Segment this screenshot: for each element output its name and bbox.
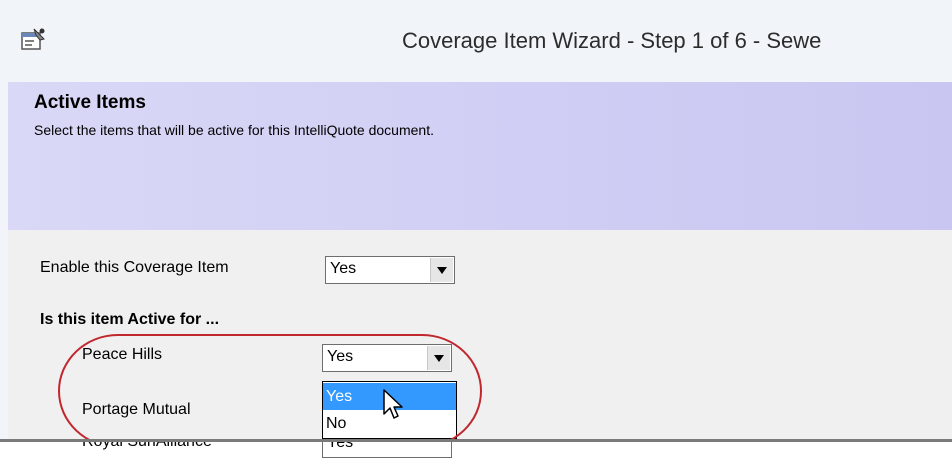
- properties-window-icon: [21, 28, 45, 50]
- active-for-heading: Is this item Active for ...: [40, 311, 220, 328]
- wizard-window: Coverage Item Wizard - Step 1 of 6 - Sew…: [0, 0, 952, 442]
- insurer-value-royal-sunalliance: Yes: [327, 442, 354, 451]
- insurer-label-royal-sunalliance: Royal SunAlliance: [82, 442, 212, 451]
- window-frame: [0, 82, 8, 442]
- insurer-select-royal-sunalliance[interactable]: Yes: [322, 442, 452, 458]
- annotation-highlight-oval: [58, 334, 482, 442]
- enable-coverage-select[interactable]: Yes: [325, 256, 455, 284]
- title-bar: Coverage Item Wizard - Step 1 of 6 - Sew…: [0, 0, 952, 82]
- dropdown-button[interactable]: [430, 258, 453, 282]
- header-banner: [8, 82, 952, 230]
- clipped-row: Royal SunAlliance Yes: [0, 442, 952, 466]
- window-title: Coverage Item Wizard - Step 1 of 6 - Sew…: [402, 28, 822, 53]
- enable-coverage-value: Yes: [330, 260, 357, 277]
- page-title: Active Items: [34, 92, 146, 113]
- page-subtitle: Select the items that will be active for…: [34, 122, 434, 138]
- enable-coverage-label: Enable this Coverage Item: [40, 259, 229, 276]
- chevron-down-icon: [437, 267, 447, 274]
